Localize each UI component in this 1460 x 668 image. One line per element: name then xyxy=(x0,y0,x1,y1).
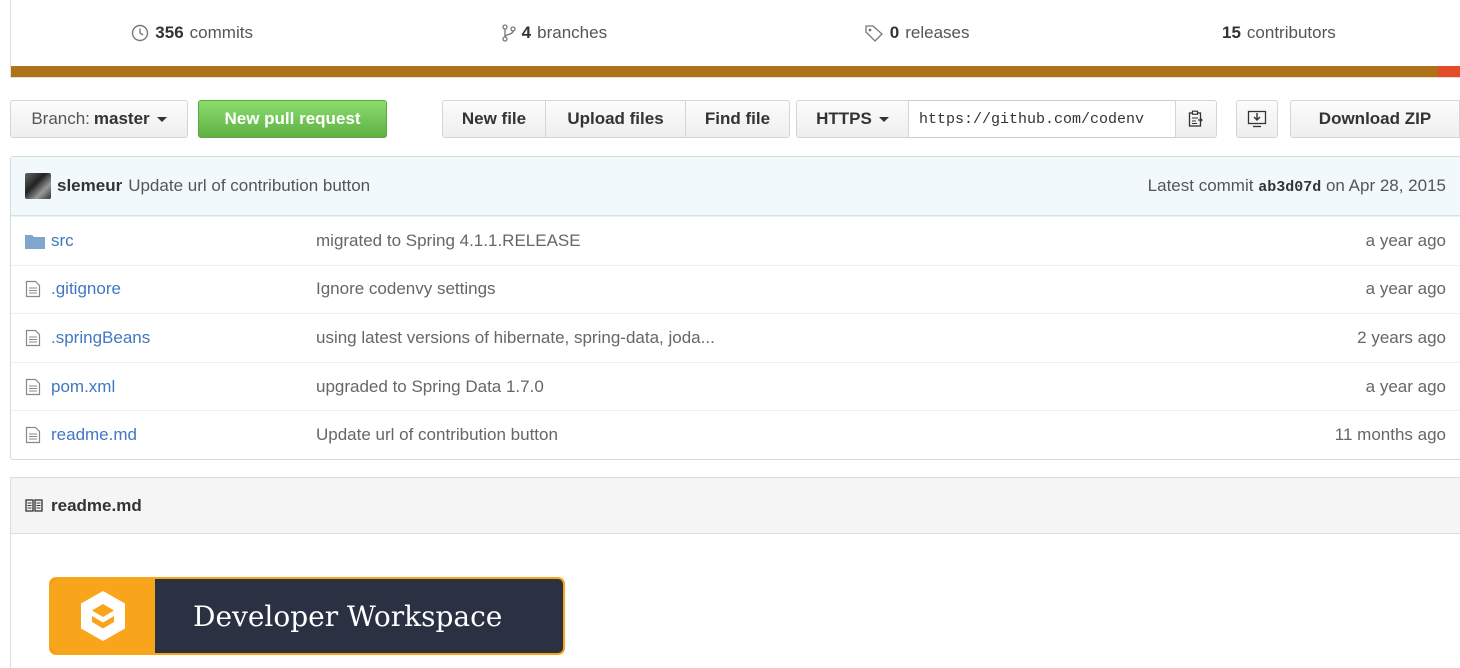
commit-meta: Latest commit ab3d07d on Apr 28, 2015 xyxy=(1148,176,1446,196)
contributors-count: 15 xyxy=(1222,23,1241,42)
commits-count: 356 xyxy=(155,23,184,42)
folder-icon xyxy=(11,233,51,249)
copy-clipboard-button[interactable] xyxy=(1175,100,1217,138)
file-age: a year ago xyxy=(1365,376,1446,396)
find-file-button[interactable]: Find file xyxy=(685,100,790,138)
file-text-icon xyxy=(11,329,51,347)
language-bar-java xyxy=(11,66,1438,77)
file-age: a year ago xyxy=(1365,230,1446,250)
file-text-icon xyxy=(11,426,51,444)
commits-label: commits xyxy=(189,23,253,42)
releases-label: releases xyxy=(905,23,970,42)
contributors-link[interactable]: 15 contributors xyxy=(1098,23,1460,43)
language-bar-html xyxy=(1438,66,1460,77)
commit-author-link[interactable]: slemeur xyxy=(57,176,122,196)
developer-workspace-badge[interactable]: Developer Workspace xyxy=(49,577,565,655)
history-icon xyxy=(132,24,149,42)
file-name-link[interactable]: pom.xml xyxy=(51,377,316,397)
commit-date: on Apr 28, 2015 xyxy=(1325,176,1446,195)
file-name-link[interactable]: .gitignore xyxy=(51,279,316,299)
file-age: 11 months ago xyxy=(1334,425,1446,445)
badge-label: Developer Workspace xyxy=(193,599,503,633)
caret-down-icon xyxy=(878,116,889,122)
file-name-link[interactable]: readme.md xyxy=(51,425,316,445)
avatar[interactable] xyxy=(25,173,51,199)
clone-url-input[interactable]: https://github.com/codenv xyxy=(909,100,1176,138)
branch-prefix: Branch: xyxy=(31,109,90,128)
file-row[interactable]: pom.xml upgraded to Spring Data 1.7.0 a … xyxy=(11,361,1460,411)
file-row[interactable]: .springBeans using latest versions of hi… xyxy=(11,313,1460,362)
branches-link[interactable]: 4 branches xyxy=(373,23,735,43)
latest-commit-label: Latest commit xyxy=(1147,176,1254,195)
latest-commit-bar: slemeur Update url of contribution butto… xyxy=(11,157,1460,216)
caret-down-icon xyxy=(156,116,167,122)
branches-count: 4 xyxy=(521,23,532,42)
protocol-label: HTTPS xyxy=(816,109,872,128)
file-name-link[interactable]: .springBeans xyxy=(51,328,316,348)
tag-icon xyxy=(865,25,883,42)
file-row[interactable]: .gitignore Ignore codenvy settings a yea… xyxy=(11,264,1460,314)
repo-summary: 356 commits 4 branches 0 releases 15 con… xyxy=(10,0,1460,78)
clone-url-group: HTTPS https://github.com/codenv xyxy=(796,100,1217,138)
download-zip-button[interactable]: Download ZIP xyxy=(1290,100,1460,138)
file-row[interactable]: readme.md Update url of contribution but… xyxy=(11,410,1460,459)
file-age: 2 years ago xyxy=(1357,327,1446,347)
file-age: a year ago xyxy=(1365,279,1446,299)
file-table: slemeur Update url of contribution butto… xyxy=(10,156,1460,460)
file-commit-message-link[interactable]: migrated to Spring 4.1.1.RELEASE xyxy=(316,231,1260,251)
contributors-label: contributors xyxy=(1246,23,1336,42)
branch-select-button[interactable]: Branch: master xyxy=(10,100,188,138)
file-commit-message-link[interactable]: Ignore codenvy settings xyxy=(316,279,1260,299)
clipboard-icon xyxy=(1188,110,1203,127)
commit-message-link[interactable]: Update url of contribution button xyxy=(128,176,370,196)
branch-name: master xyxy=(93,109,150,128)
open-desktop-button[interactable] xyxy=(1236,100,1278,138)
book-icon xyxy=(25,498,43,512)
commits-link[interactable]: 356 commits xyxy=(11,23,373,43)
file-text-icon xyxy=(11,280,51,298)
new-file-button[interactable]: New file xyxy=(442,100,546,138)
file-commit-message-link[interactable]: upgraded to Spring Data 1.7.0 xyxy=(316,377,1260,397)
file-text-icon xyxy=(11,378,51,396)
upload-files-button[interactable]: Upload files xyxy=(545,100,686,138)
file-commit-message-link[interactable]: Update url of contribution button xyxy=(316,425,1260,445)
file-actions-group: New file Upload files Find file xyxy=(442,100,790,138)
releases-link[interactable]: 0 releases xyxy=(736,23,1098,43)
file-row[interactable]: src migrated to Spring 4.1.1.RELEASE a y… xyxy=(11,216,1460,265)
file-commit-message-link[interactable]: using latest versions of hibernate, spri… xyxy=(316,328,1260,348)
file-navigation-toolbar: Branch: master New pull request New file… xyxy=(10,100,1460,138)
branches-label: branches xyxy=(537,23,608,42)
protocol-select-button[interactable]: HTTPS xyxy=(796,100,909,138)
codenvy-logo-icon xyxy=(51,579,155,653)
readme-header: readme.md xyxy=(11,478,1460,534)
releases-count: 0 xyxy=(889,23,900,42)
readme-title: readme.md xyxy=(51,495,142,515)
readme-panel: readme.md Developer Workspace xyxy=(10,477,1460,668)
branch-icon xyxy=(502,24,516,42)
commit-sha-link[interactable]: ab3d07d xyxy=(1258,179,1321,196)
language-bar[interactable] xyxy=(11,66,1460,77)
new-pull-request-button[interactable]: New pull request xyxy=(198,100,387,138)
file-name-link[interactable]: src xyxy=(51,231,316,251)
desktop-download-icon xyxy=(1247,110,1267,128)
